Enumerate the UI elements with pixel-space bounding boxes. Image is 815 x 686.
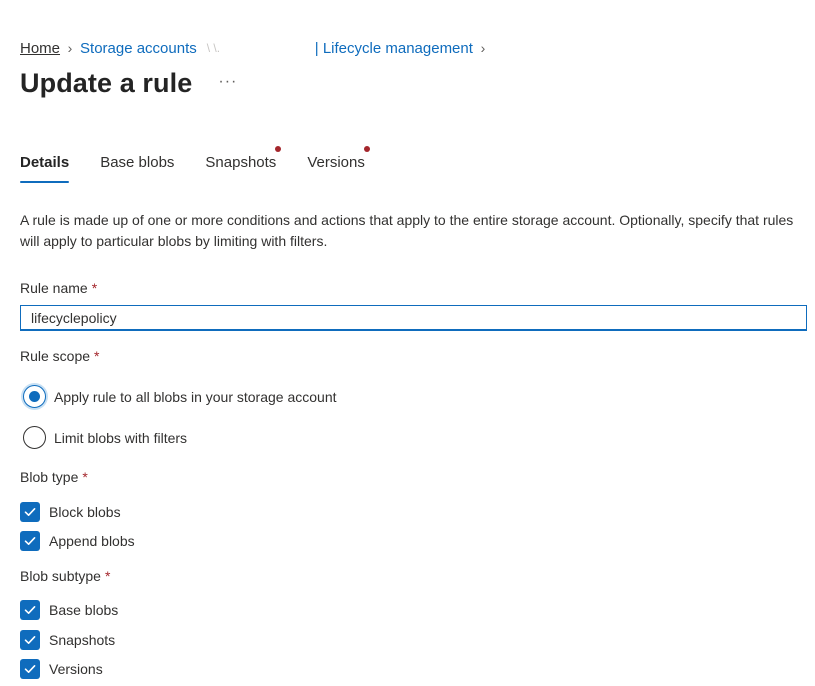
tab-details[interactable]: Details <box>20 152 70 183</box>
checkbox-base-blobs[interactable]: Base blobs <box>20 600 118 620</box>
required-marker: * <box>104 568 111 584</box>
rule-name-label-text: Rule name <box>20 280 88 296</box>
checkbox-label: Snapshots <box>49 632 116 648</box>
checkbox-label: Append blobs <box>49 533 135 549</box>
radio-limit-with-filters[interactable]: Limit blobs with filters <box>23 426 187 449</box>
chevron-right-icon: › <box>480 40 486 56</box>
checkbox-label: Block blobs <box>49 504 121 520</box>
radio-checked-icon[interactable] <box>23 385 46 408</box>
rule-name-input[interactable] <box>20 305 807 331</box>
more-options-icon[interactable]: ··· <box>218 73 237 91</box>
chevron-right-icon: › <box>67 40 73 56</box>
checkmark-icon[interactable] <box>20 630 40 650</box>
tab-base-blobs[interactable]: Base blobs <box>100 152 174 182</box>
radio-apply-all-blobs[interactable]: Apply rule to all blobs in your storage … <box>23 385 337 408</box>
validation-dot-icon <box>275 146 282 152</box>
required-marker: * <box>91 280 98 296</box>
tab-label: Snapshots <box>205 154 277 171</box>
rule-description: A rule is made up of one or more conditi… <box>20 212 794 249</box>
tab-bar: Details Base blobs Snapshots Versions <box>20 146 396 184</box>
blob-type-label-text: Blob type <box>20 469 79 485</box>
blob-subtype-label: Blob subtype * <box>20 568 110 584</box>
required-marker: * <box>82 469 88 485</box>
radio-label: Apply rule to all blobs in your storage … <box>54 388 337 405</box>
tab-label: Details <box>20 154 70 171</box>
radio-label: Limit blobs with filters <box>54 429 188 446</box>
breadcrumb-storage-accounts-link[interactable]: Storage accounts <box>80 40 197 57</box>
required-marker: * <box>94 348 100 364</box>
tab-label: Versions <box>307 154 365 171</box>
page-title: Update a rule <box>20 68 193 98</box>
tab-snapshots[interactable]: Snapshots <box>205 146 282 182</box>
checkbox-versions[interactable]: Versions <box>20 659 103 679</box>
breadcrumb-home-link[interactable]: Home <box>20 40 60 57</box>
checkbox-append-blobs[interactable]: Append blobs <box>20 531 135 551</box>
checkmark-icon[interactable] <box>20 659 40 679</box>
rule-scope-label: Rule scope * <box>20 348 100 364</box>
breadcrumb: Home › Storage accounts \ \. | Lifecycle… <box>20 38 493 58</box>
checkbox-label: Base blobs <box>49 602 119 618</box>
tab-label: Base blobs <box>100 154 175 171</box>
radio-unchecked-icon[interactable] <box>23 426 46 449</box>
checkmark-icon[interactable] <box>20 502 40 522</box>
rule-name-label: Rule name * <box>20 280 97 296</box>
breadcrumb-lifecycle-link[interactable]: | Lifecycle management <box>315 40 473 57</box>
checkbox-snapshots[interactable]: Snapshots <box>20 630 115 650</box>
checkbox-block-blobs[interactable]: Block blobs <box>20 502 121 522</box>
blob-type-label: Blob type * <box>20 469 88 485</box>
breadcrumb-account-redacted: \ \. <box>206 41 221 55</box>
checkbox-label: Versions <box>49 661 103 677</box>
rule-scope-label-text: Rule scope <box>20 348 91 364</box>
validation-dot-icon <box>363 146 370 152</box>
checkmark-icon[interactable] <box>20 600 40 620</box>
blob-subtype-label-text: Blob subtype <box>20 568 101 584</box>
tab-versions[interactable]: Versions <box>307 146 370 182</box>
checkmark-icon[interactable] <box>20 531 40 551</box>
title-row: Update a rule ··· <box>20 68 237 99</box>
